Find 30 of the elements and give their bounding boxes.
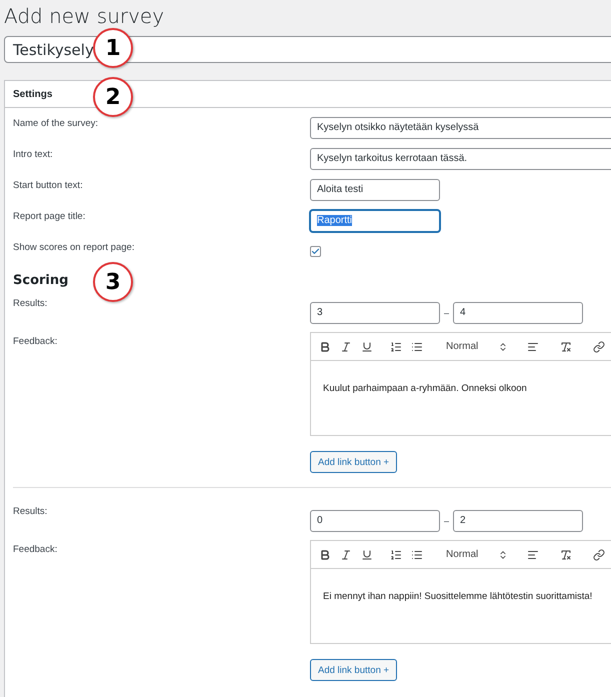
input-field[interactable]: Raportti: [310, 210, 440, 232]
field-label: Results:: [13, 297, 48, 309]
input-field[interactable]: 3: [310, 302, 440, 324]
field-label: Intro text:: [13, 148, 54, 160]
section-heading: Scoring: [13, 272, 68, 290]
field-label: Results:: [13, 505, 48, 517]
format-dropdown[interactable]: Normal: [446, 341, 508, 352]
feedback-text: Kuulut parhaimpaan a-ryhmään. Onneksi olkoon: [322, 382, 528, 396]
input-field[interactable]: 2: [453, 510, 584, 532]
input-field[interactable]: Kyselyn otsikko näytetään kyselyssä: [310, 116, 611, 138]
feedback-text: Ei mennyt ihan nappiin! Suosittelemme lähtötestin suorittamista!: [322, 590, 594, 604]
field-label: Show scores on report page:: [13, 241, 136, 253]
range-dash: –: [444, 308, 450, 318]
field-label: Name of the survey:: [13, 117, 100, 129]
page-title: Add new survey: [4, 4, 166, 30]
field-label: Start button text:: [13, 179, 84, 191]
range-dash: –: [444, 516, 450, 526]
add-link-button[interactable]: Add link button +: [310, 659, 398, 681]
add-link-button[interactable]: Add link button +: [310, 451, 398, 473]
rich-text-editor[interactable]: Normal Ei mennyt ihan nappiin! Suosittelemme lähtötestin suorittamista!: [310, 540, 611, 644]
input-field[interactable]: Aloita testi: [310, 178, 440, 200]
input-field[interactable]: 0: [310, 510, 440, 532]
input-field[interactable]: Kyselyn tarkoitus kerrotaan tässä.: [310, 148, 611, 170]
input-field[interactable]: 4: [453, 302, 584, 324]
format-dropdown[interactable]: Normal: [446, 549, 508, 560]
callout-number: 1: [93, 28, 133, 68]
field-label: Report page title:: [13, 210, 86, 222]
field-label: Feedback:: [13, 335, 58, 347]
field-label: Feedback:: [13, 543, 58, 555]
rich-text-editor[interactable]: Normal Kuulut parhaimpaan a-ryhmään. Onneksi olkoon: [310, 332, 611, 436]
